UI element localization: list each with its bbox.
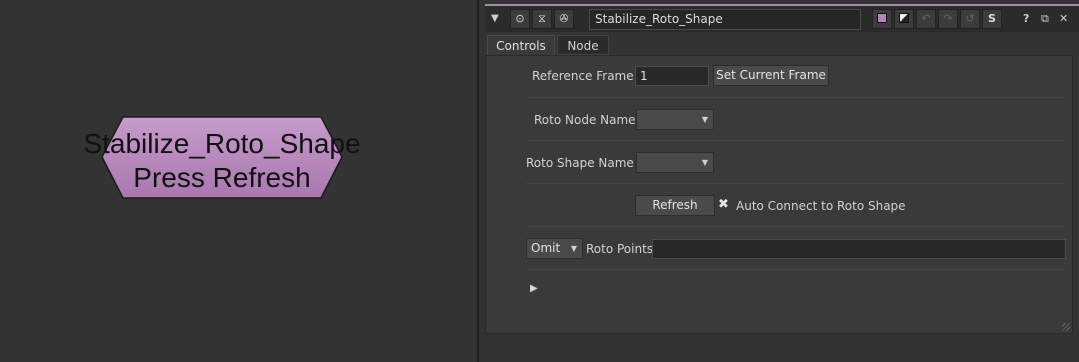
- properties-panel: ▼ ⊙ ⧖ ✇ Stabilize_Roto_Shape ↶ ↷ ↺ S ? ⧉…: [479, 0, 1079, 362]
- divider: [526, 226, 1064, 227]
- wrench-icon[interactable]: ✇: [554, 9, 574, 29]
- roto-node-name-dropdown[interactable]: ▼: [636, 109, 714, 130]
- stabilize-node[interactable]: Stabilize_Roto_Shape Press Refresh: [83, 116, 361, 199]
- dropdown-arrow-icon: ▼: [570, 244, 577, 253]
- node-color-button[interactable]: [872, 9, 892, 29]
- roto-points-mode-value: Omit: [531, 241, 561, 255]
- undo-icon[interactable]: ↶: [916, 9, 936, 29]
- node-status-label: Press Refresh: [133, 162, 311, 193]
- roto-points-input[interactable]: [652, 239, 1066, 259]
- divider: [526, 140, 1064, 141]
- roto-shape-name-dropdown[interactable]: ▼: [636, 152, 714, 173]
- center-node-icon[interactable]: ⧖: [532, 9, 552, 29]
- revert-icon[interactable]: ↺: [960, 9, 980, 29]
- panel-titlebar: ▼ ⊙ ⧖ ✇ Stabilize_Roto_Shape ↶ ↷ ↺ S ? ⧉…: [485, 6, 1079, 32]
- divider: [526, 97, 1064, 98]
- roto-shape-name-label: Roto Shape Name: [526, 156, 634, 170]
- roto-points-label: Roto Points: [586, 242, 654, 256]
- reference-frame-input[interactable]: 1: [635, 66, 709, 86]
- float-window-icon[interactable]: ⧉: [1041, 9, 1049, 29]
- close-icon[interactable]: ✕: [1059, 9, 1068, 29]
- auto-connect-checkbox[interactable]: ✖: [718, 195, 729, 215]
- resize-grip-icon[interactable]: [1062, 323, 1070, 331]
- viewer-icon[interactable]: ⊙: [510, 9, 530, 29]
- expand-triangle-icon[interactable]: ▶: [530, 283, 538, 294]
- auto-connect-label: Auto Connect to Roto Shape: [736, 199, 906, 213]
- refresh-button[interactable]: Refresh: [635, 195, 715, 216]
- tab-node[interactable]: Node: [557, 35, 609, 55]
- roto-node-name-label: Roto Node Name: [534, 113, 636, 127]
- roto-points-mode-dropdown[interactable]: Omit ▼: [526, 238, 583, 259]
- script-button[interactable]: S: [982, 9, 1002, 29]
- node-label: Stabilize_Roto_Shape: [83, 128, 361, 159]
- swatch-split-icon: [899, 13, 909, 23]
- font-color-button[interactable]: [894, 9, 914, 29]
- dropdown-arrow-icon: ▼: [701, 158, 708, 167]
- divider: [526, 269, 1064, 270]
- divider: [526, 183, 1064, 184]
- controls-content: Reference Frame 1 Set Current Frame Roto…: [485, 55, 1073, 334]
- redo-icon[interactable]: ↷: [938, 9, 958, 29]
- reference-frame-label: Reference Frame: [532, 69, 634, 83]
- color-swatch-icon: [877, 13, 887, 23]
- node-graph[interactable]: Stabilize_Roto_Shape Press Refresh: [0, 0, 477, 362]
- node-name-field[interactable]: Stabilize_Roto_Shape: [589, 9, 861, 30]
- help-icon[interactable]: ?: [1023, 9, 1029, 29]
- tab-controls[interactable]: Controls: [487, 35, 555, 56]
- collapse-triangle-icon[interactable]: ▼: [491, 9, 499, 29]
- dropdown-arrow-icon: ▼: [701, 115, 708, 124]
- set-current-frame-button[interactable]: Set Current Frame: [713, 65, 829, 86]
